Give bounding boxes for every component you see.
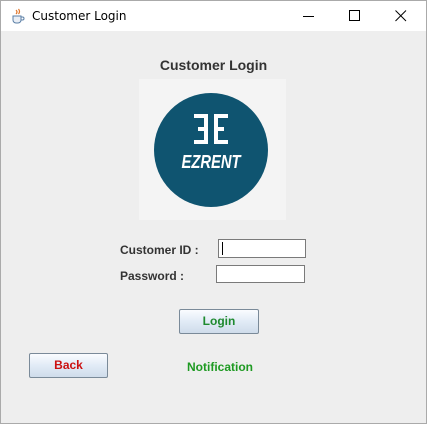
maximize-button[interactable] bbox=[332, 1, 378, 31]
login-button[interactable]: Login bbox=[179, 309, 259, 334]
logo-image: EZRENT bbox=[139, 79, 286, 220]
page-title: Customer Login bbox=[159, 57, 268, 73]
logo-mark-icon bbox=[194, 114, 228, 144]
close-icon bbox=[395, 10, 407, 22]
logo-circle: EZRENT bbox=[154, 93, 268, 207]
maximize-icon bbox=[349, 10, 360, 21]
minimize-button[interactable] bbox=[286, 1, 332, 31]
back-button[interactable]: Back bbox=[29, 353, 108, 378]
minimize-icon bbox=[303, 16, 314, 17]
java-cup-icon bbox=[10, 8, 26, 24]
customer-id-field[interactable] bbox=[218, 239, 306, 258]
title-bar[interactable]: Customer Login bbox=[1, 1, 426, 31]
logo-text: EZRENT bbox=[181, 152, 241, 172]
login-window: Customer Login Customer Login EZRENT Cus… bbox=[0, 0, 427, 424]
password-field[interactable] bbox=[216, 265, 305, 283]
customer-id-label: Customer ID : bbox=[120, 243, 199, 257]
password-label: Password : bbox=[120, 269, 185, 283]
close-button[interactable] bbox=[378, 1, 424, 31]
text-caret bbox=[222, 242, 223, 255]
window-title: Customer Login bbox=[32, 9, 127, 23]
login-panel: Customer Login EZRENT Customer ID: Pass… bbox=[1, 31, 426, 423]
notification-text: Notification bbox=[187, 360, 253, 374]
